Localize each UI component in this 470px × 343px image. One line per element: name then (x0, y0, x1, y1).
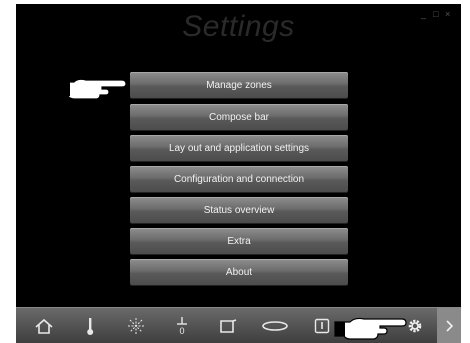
thermometer-icon[interactable] (72, 308, 108, 343)
chevron-right-icon (446, 319, 453, 332)
next-page-button[interactable] (437, 308, 461, 343)
sun-icon[interactable] (118, 308, 154, 343)
light-icon[interactable] (257, 308, 293, 343)
status-overview-button[interactable]: Status overview (130, 197, 348, 223)
extra-button[interactable]: Extra (130, 228, 348, 254)
layout-settings-button[interactable]: Lay out and application settings (130, 135, 348, 161)
pointing-hand-icon (334, 317, 407, 340)
fan-icon[interactable]: 0 (164, 308, 200, 343)
close-button[interactable]: × (445, 9, 450, 19)
page-title: Settings (182, 10, 295, 43)
configuration-connection-button[interactable]: Configuration and connection (130, 166, 348, 192)
compose-bar-button[interactable]: Compose bar (130, 104, 348, 130)
minimize-button[interactable]: _ (421, 9, 426, 19)
maximize-button[interactable]: □ (433, 9, 438, 19)
svg-text:0: 0 (179, 326, 184, 336)
pointing-hand-icon (60, 78, 127, 100)
home-icon[interactable] (26, 308, 62, 343)
manage-zones-button[interactable]: Manage zones (130, 72, 348, 98)
about-button[interactable]: About (130, 259, 348, 285)
blind-icon[interactable] (210, 308, 246, 343)
settings-window: Settings _ □ × Manage zones Compose bar … (16, 4, 461, 343)
